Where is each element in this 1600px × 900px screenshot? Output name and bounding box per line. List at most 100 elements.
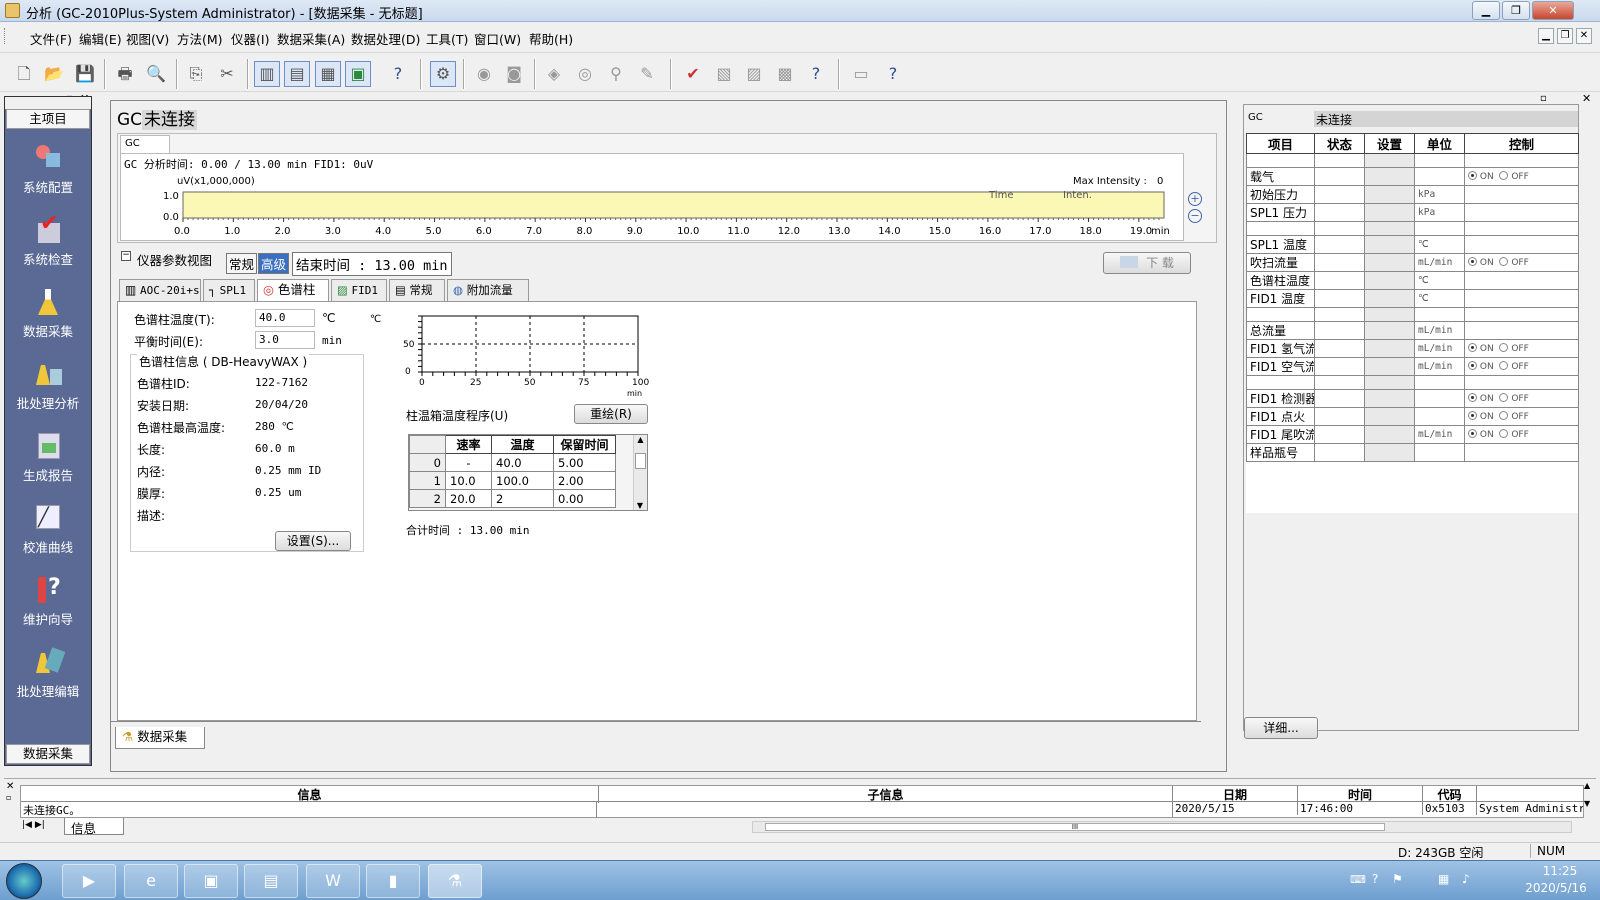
tab-fid1[interactable]: ▨ FID1 <box>331 279 387 301</box>
details-button[interactable]: 详细... <box>1244 717 1318 739</box>
sidebar-item-batch-edit[interactable]: 批处理编辑 <box>5 643 91 713</box>
tab-column[interactable]: ◎ 色谱柱 <box>257 279 329 302</box>
tray-network-icon[interactable]: ▦ <box>1438 872 1449 886</box>
rate-cell[interactable]: 10.0 <box>445 471 492 490</box>
off-radio[interactable] <box>1499 429 1509 438</box>
on-radio[interactable] <box>1468 257 1477 266</box>
on-off-control[interactable]: ON OFF <box>1464 253 1579 272</box>
layout-view3-icon[interactable]: ▦ <box>315 61 341 87</box>
tray-keyboard-icon[interactable]: ⌨ <box>1350 873 1366 886</box>
open-folder-icon[interactable]: 📂 <box>41 61 67 87</box>
start-button[interactable] <box>6 863 42 899</box>
on-radio[interactable] <box>1468 343 1477 352</box>
layout-view2-icon[interactable]: ▤ <box>284 61 310 87</box>
menu-acquisition[interactable]: 数据采集(A) <box>277 29 345 48</box>
download-button[interactable]: 下 载 <box>1103 252 1191 274</box>
download-icon[interactable]: ◈ <box>541 61 567 87</box>
on-off-control[interactable]: ON OFF <box>1464 389 1579 408</box>
sidebar-item-data-acquisition[interactable]: 数据采集 <box>5 283 91 353</box>
program-table-scrollbar[interactable]: ▲ ▼ <box>633 435 647 510</box>
batch-icon[interactable]: ▧ <box>711 61 737 87</box>
log-scroll-up-icon[interactable]: ▲ <box>1584 781 1590 790</box>
taskbar-labsolutions-icon[interactable]: ⚗ <box>428 864 482 898</box>
off-radio[interactable] <box>1499 361 1509 370</box>
taskbar-ie-icon[interactable]: e <box>124 864 178 898</box>
zoom-out-icon[interactable]: − <box>1188 209 1202 223</box>
zoom-in-icon[interactable]: + <box>1188 192 1202 206</box>
temp-cell[interactable]: 2 <box>491 489 554 508</box>
on-off-control[interactable]: ON OFF <box>1464 167 1579 186</box>
tray-help-icon[interactable]: ? <box>1372 872 1378 886</box>
taskbar-chart-app-icon[interactable]: ▮ <box>366 864 420 898</box>
menu-data-processing[interactable]: 数据处理(D) <box>351 29 420 48</box>
log-pin-icon[interactable]: ▫ <box>6 793 11 802</box>
right-pane-close-icon[interactable]: ✕ <box>1582 92 1591 105</box>
temp-cell[interactable]: 100.0 <box>491 471 554 490</box>
search-icon[interactable]: ⚲ <box>603 61 629 87</box>
tab-general[interactable]: ▤ 常规 <box>389 279 445 301</box>
copy-icon[interactable]: ⎘ <box>183 61 209 87</box>
menu-window[interactable]: 窗口(W) <box>474 29 521 48</box>
stop-icon[interactable]: ◙ <box>501 61 527 87</box>
tab-aux-flow[interactable]: ◍ 附加流量 <box>447 279 529 301</box>
redraw-button[interactable]: 重绘(R) <box>574 404 648 424</box>
temp-cell[interactable]: 40.0 <box>491 453 554 472</box>
right-pane-pin-icon[interactable]: ▫ <box>1540 93 1547 104</box>
collapse-icon[interactable]: − <box>121 251 131 261</box>
menu-view[interactable]: 视图(V) <box>126 29 169 48</box>
scroll-thumb[interactable] <box>635 453 646 469</box>
layout-view1-icon[interactable]: ▥ <box>254 61 280 87</box>
sidebar-item-report[interactable]: 生成报告 <box>5 427 91 497</box>
clock-date[interactable]: 2020/5/16 <box>1516 881 1596 895</box>
sidebar-item-maintenance[interactable]: ? 维护向导 <box>5 571 91 641</box>
start-icon[interactable]: ◉ <box>471 61 497 87</box>
hold-cell[interactable]: 2.00 <box>553 471 616 490</box>
edit-icon[interactable]: ✎ <box>634 61 660 87</box>
document-tab-acquisition[interactable]: ⚗ 数据采集 <box>115 727 205 749</box>
taskbar-media-player-icon[interactable]: ▶ <box>62 864 116 898</box>
tools-icon[interactable]: ✂ <box>214 61 240 87</box>
print-icon[interactable]: 🖶 <box>112 61 138 87</box>
tray-flag-icon[interactable]: ⚑ <box>1392 872 1403 886</box>
mdi-restore-button[interactable]: ❐ <box>1557 28 1573 44</box>
on-off-control[interactable]: ON OFF <box>1464 357 1579 376</box>
clock-time[interactable]: 11:25 <box>1530 864 1590 878</box>
help-icon[interactable]: ? <box>803 61 829 87</box>
print-preview-icon[interactable]: 🔍 <box>143 61 169 87</box>
on-radio[interactable] <box>1468 429 1477 438</box>
window-icon[interactable]: ▭ <box>848 61 874 87</box>
log-scroll-down-icon[interactable]: ▼ <box>1584 799 1590 808</box>
log-tab-info[interactable]: 信息 <box>64 818 124 836</box>
mode-advanced-button[interactable]: 高级 <box>258 253 290 274</box>
check-icon[interactable]: ✔ <box>680 61 706 87</box>
sidebar-item-calibration[interactable]: ╱ 校准曲线 <box>5 499 91 569</box>
layout-view4-icon[interactable]: ▣ <box>345 61 371 87</box>
menu-edit[interactable]: 编辑(E) <box>79 29 122 48</box>
rate-cell[interactable]: - <box>445 453 492 472</box>
chart-icon[interactable]: ▨ <box>741 61 767 87</box>
help-icon[interactable]: ? <box>385 61 411 87</box>
instrument-monitor-icon[interactable]: ⚙ <box>430 61 456 87</box>
off-radio[interactable] <box>1499 343 1509 352</box>
on-off-control[interactable]: ON OFF <box>1464 339 1579 358</box>
report-icon[interactable]: ▩ <box>772 61 798 87</box>
off-radio[interactable] <box>1499 411 1509 420</box>
equilibration-input[interactable]: 3.0 <box>255 331 315 349</box>
sidebar-item-batch-analysis[interactable]: 批处理分析 <box>5 355 91 425</box>
log-hscrollbar[interactable]: III <box>752 821 1572 833</box>
log-hscroll-thumb[interactable]: III <box>765 823 1385 831</box>
taskbar-scanner-icon[interactable]: ▣ <box>184 864 238 898</box>
rate-cell[interactable]: 20.0 <box>445 489 492 508</box>
on-radio[interactable] <box>1468 411 1477 420</box>
on-radio[interactable] <box>1468 171 1477 180</box>
menu-instrument[interactable]: 仪器(I) <box>231 29 269 48</box>
menu-method[interactable]: 方法(M) <box>177 29 223 48</box>
on-radio[interactable] <box>1468 393 1477 402</box>
on-off-control[interactable]: ON OFF <box>1464 425 1579 444</box>
monitor-tab-gc[interactable]: GC <box>120 135 170 153</box>
taskbar-word-icon[interactable]: W <box>306 864 360 898</box>
menu-tools[interactable]: 工具(T) <box>426 29 468 48</box>
close-button[interactable]: ✕ <box>1532 1 1574 20</box>
taskbar-explorer-icon[interactable]: ▤ <box>244 864 298 898</box>
settings-button[interactable]: 设置(S)... <box>275 531 351 551</box>
